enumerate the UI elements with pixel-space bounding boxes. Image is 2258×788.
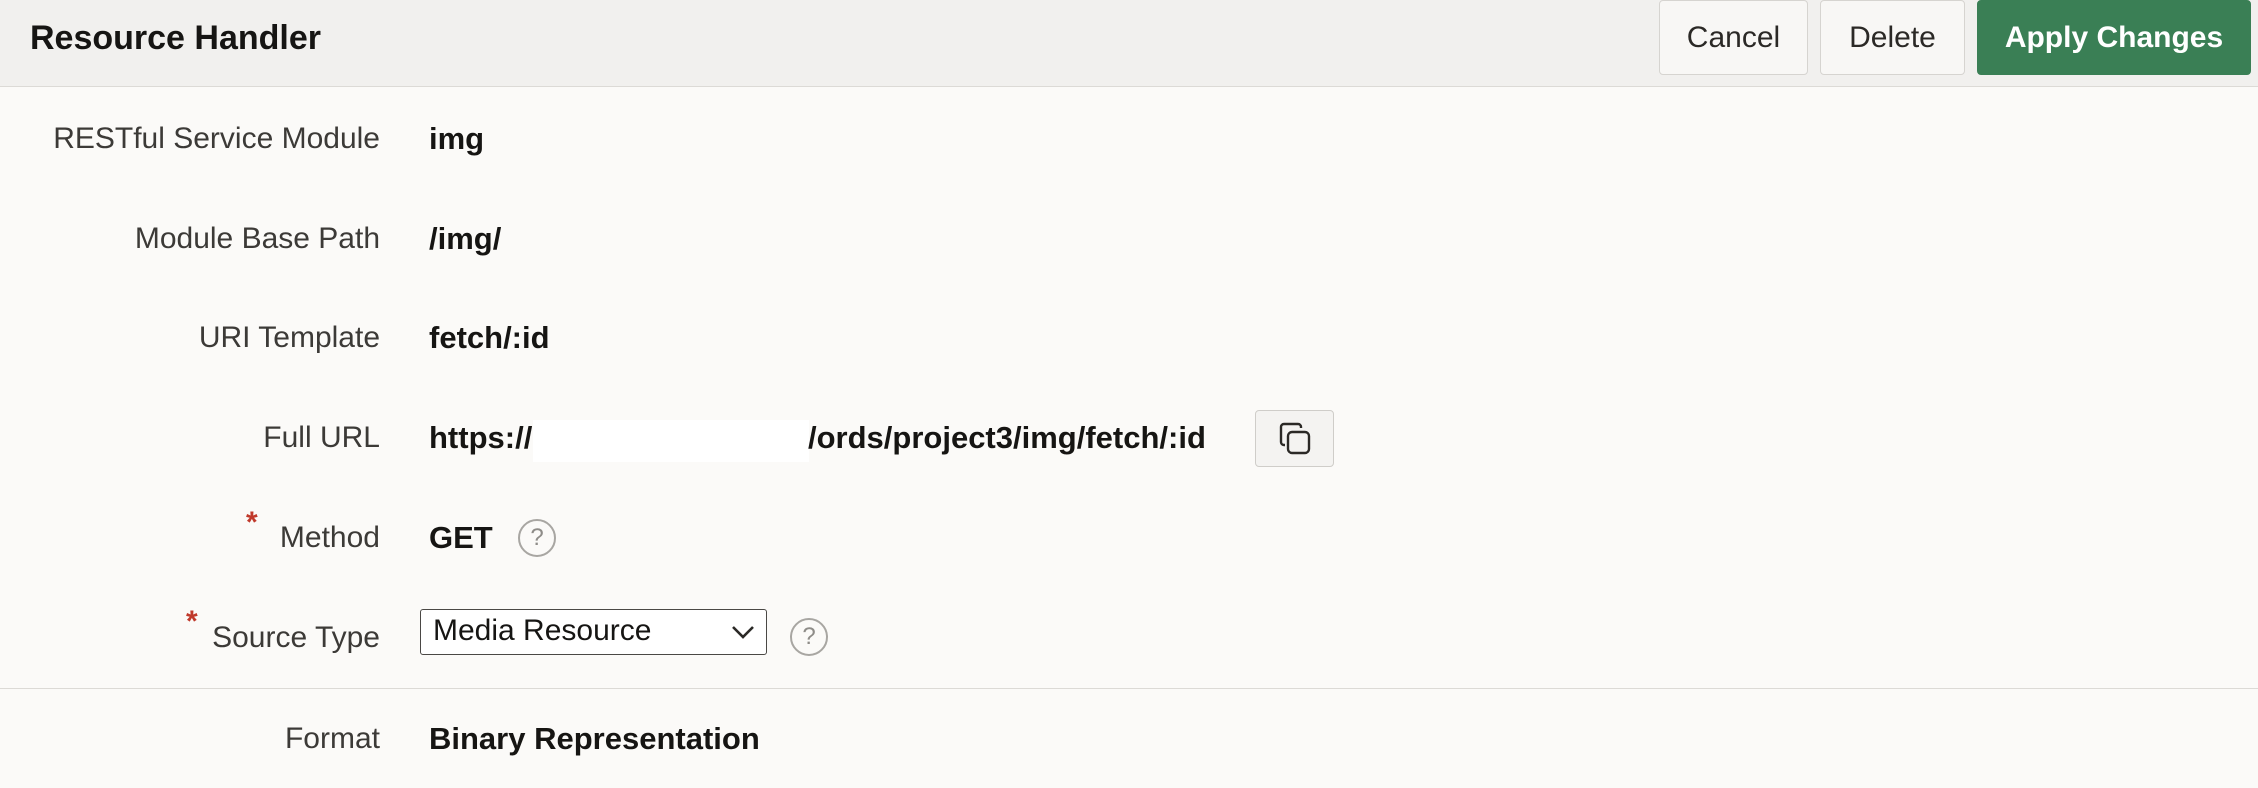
resource-handler-page: Resource Handler Cancel Delete Apply Cha… <box>0 0 2258 788</box>
source-type-required-mark: * <box>186 605 198 638</box>
method-label: Method <box>279 521 380 554</box>
format-label: Format <box>284 722 380 755</box>
base-path-value: /img/ <box>429 221 502 256</box>
uri-template-label: URI Template <box>198 321 380 354</box>
apply-changes-button[interactable]: Apply Changes <box>1977 0 2251 75</box>
header-bar: Resource Handler Cancel Delete Apply Cha… <box>0 0 2258 87</box>
cancel-button[interactable]: Cancel <box>1659 0 1808 75</box>
module-value: img <box>429 121 485 156</box>
redacted-host <box>533 420 809 462</box>
full-url-prefix: https:// <box>429 420 533 455</box>
base-path-label: Module Base Path <box>134 222 380 255</box>
copy-url-button[interactable] <box>1255 410 1334 467</box>
source-type-select[interactable]: Media Resource <box>420 609 767 655</box>
method-value: GET <box>429 520 493 555</box>
full-url-suffix: /ords/project3/img/fetch/:id <box>808 420 1206 455</box>
section-divider <box>0 688 2258 689</box>
source-type-selected-value: Media Resource <box>433 614 652 647</box>
copy-icon <box>1279 422 1310 454</box>
uri-template-value: fetch/:id <box>429 320 550 355</box>
method-required-mark: * <box>246 506 258 539</box>
format-value: Binary Representation <box>429 721 760 756</box>
source-type-label: Source Type <box>212 621 380 654</box>
delete-button[interactable]: Delete <box>1820 0 1965 75</box>
module-label: RESTful Service Module <box>53 122 380 155</box>
chevron-down-icon <box>732 626 754 639</box>
full-url-label: Full URL <box>263 421 380 454</box>
source-type-help-icon[interactable]: ? <box>790 618 828 656</box>
method-help-icon[interactable]: ? <box>518 519 556 557</box>
page-title: Resource Handler <box>30 19 321 57</box>
